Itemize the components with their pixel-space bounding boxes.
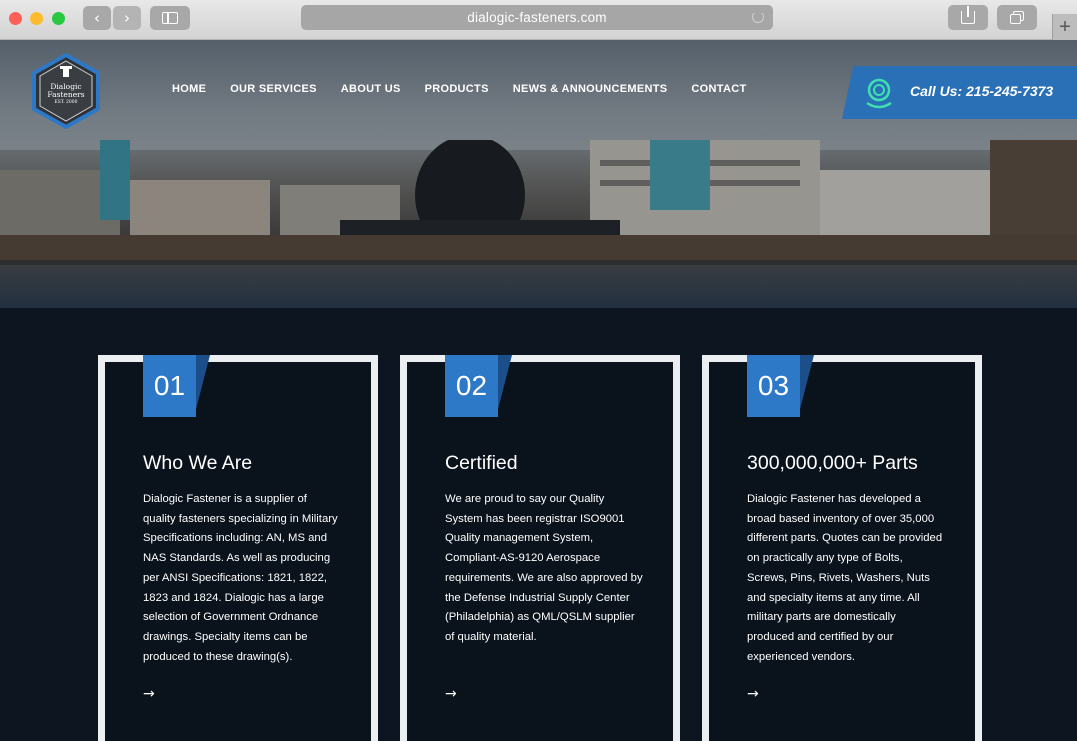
logo-established: EST. 2000: [54, 100, 78, 105]
chevron-right-icon: ›: [124, 9, 130, 27]
nav-news-announcements[interactable]: NEWS & ANNOUNCEMENTS: [501, 82, 680, 96]
chevron-left-icon: ‹: [94, 9, 100, 27]
call-us-text: Call Us: 215-245-7373: [910, 83, 1054, 99]
card-description: We are proud to say our Quality System h…: [445, 493, 643, 643]
card-number-badge: 03: [747, 355, 800, 417]
arrow-right-icon[interactable]: →: [445, 686, 457, 702]
main-navigation: HOME OUR SERVICES ABOUT US PRODUCTS NEWS…: [160, 82, 758, 96]
forward-button[interactable]: ›: [113, 6, 141, 30]
card-title: 300,000,000+ Parts: [747, 452, 918, 474]
arrow-right-icon[interactable]: →: [143, 686, 155, 702]
zoom-window-button[interactable]: [52, 12, 65, 25]
nav-home[interactable]: HOME: [160, 82, 218, 96]
plus-icon: +: [1059, 16, 1071, 38]
sidebar-toggle-button[interactable]: [150, 6, 190, 30]
reload-icon[interactable]: [752, 11, 764, 23]
card-description: Dialogic Fastener has developed a broad …: [747, 493, 943, 663]
card-title: Certified: [445, 452, 518, 474]
card-description: Dialogic Fastener is a supplier of quali…: [143, 493, 338, 663]
call-us-link[interactable]: Call Us: 215-245-7373: [842, 66, 1077, 119]
address-bar[interactable]: dialogic-fasteners.com: [301, 5, 773, 30]
feature-card-certified: 02 Certified We are proud to say our Qua…: [400, 355, 680, 741]
card-number-badge: 02: [445, 355, 498, 417]
back-button[interactable]: ‹: [83, 6, 111, 30]
feature-card-parts: 03 300,000,000+ Parts Dialogic Fastener …: [702, 355, 982, 741]
feature-card-who-we-are: 01 Who We Are Dialogic Fastener is a sup…: [98, 355, 378, 741]
card-number-badge: 01: [143, 355, 196, 417]
nav-products[interactable]: PRODUCTS: [413, 82, 501, 96]
arrow-right-icon[interactable]: →: [747, 686, 759, 702]
logo-name-line2: Fasteners: [47, 90, 85, 99]
site-logo[interactable]: Dialogic Fasteners EST. 2000: [32, 52, 100, 130]
browser-toolbar: ‹ › dialogic-fasteners.com +: [0, 0, 1077, 40]
nav-our-services[interactable]: OUR SERVICES: [218, 82, 329, 96]
close-window-button[interactable]: [9, 12, 22, 25]
show-tabs-button[interactable]: [997, 5, 1037, 30]
share-button[interactable]: [948, 5, 988, 30]
headset-icon: [866, 78, 892, 109]
new-tab-button[interactable]: +: [1052, 14, 1077, 40]
nav-contact[interactable]: CONTACT: [679, 82, 758, 96]
sidebar-icon: [162, 12, 178, 24]
card-title: Who We Are: [143, 452, 253, 474]
share-icon: [961, 6, 975, 24]
nav-about-us[interactable]: ABOUT US: [329, 82, 413, 96]
url-text: dialogic-fasteners.com: [467, 10, 607, 25]
minimize-window-button[interactable]: [30, 12, 43, 25]
